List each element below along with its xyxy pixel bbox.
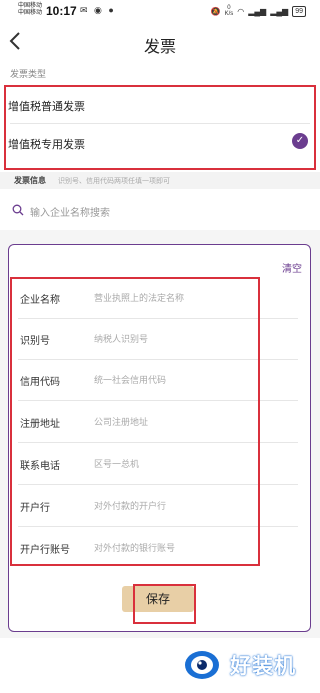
status-time: 10:17 [46,4,77,18]
status-bar: 中国移动 中国移动 10:17 ✉ ◉ ● 🔕 0 K/s ◠ ▂▄▆ ▂▄▆ … [0,0,320,24]
system-icons: 🔕 0 K/s ◠ ▂▄▆ ▂▄▆ 99 [211,5,306,17]
watermark-logo-icon [182,646,222,682]
save-highlight [133,584,196,624]
invoice-type-label: 发票类型 [10,69,47,79]
network-speed: 0 K/s [225,5,234,17]
network-speed-unit: K/s [224,11,234,17]
wifi-icon: ◠ [237,6,245,16]
clear-button[interactable]: 清空 [282,260,302,275]
page-title: 发票 [143,39,176,56]
invoice-info-label: 发票信息 [14,176,46,185]
form-highlight [10,277,260,566]
nav-bar: 发票 [0,28,320,58]
notification-icons: ✉ ◉ ● [80,5,116,15]
watermark-text: 好装机 [230,655,296,678]
carrier-info: 中国移动 中国移动 [18,3,42,17]
search-icon[interactable] [12,203,24,216]
carrier-2: 中国移动 [18,10,43,16]
signal-icon: ▂▄▆ [248,6,267,16]
invoice-type-option-normal[interactable]: 增值税普通发票 [8,98,85,114]
invoice-info-hint: 识别号、信用代码两项任填一项即可 [58,178,170,185]
carrier-1: 中国移动 [18,3,43,9]
signal-icon-2: ▂▄▆ [270,6,289,16]
divider [10,123,310,124]
invoice-type-option-special[interactable]: 增值税专用发票 [8,136,85,152]
search-input[interactable]: 输入企业名称搜索 [30,204,110,219]
mute-icon: 🔕 [210,6,221,16]
battery-icon: 99 [292,5,306,17]
check-icon[interactable]: ✓ [292,133,308,149]
